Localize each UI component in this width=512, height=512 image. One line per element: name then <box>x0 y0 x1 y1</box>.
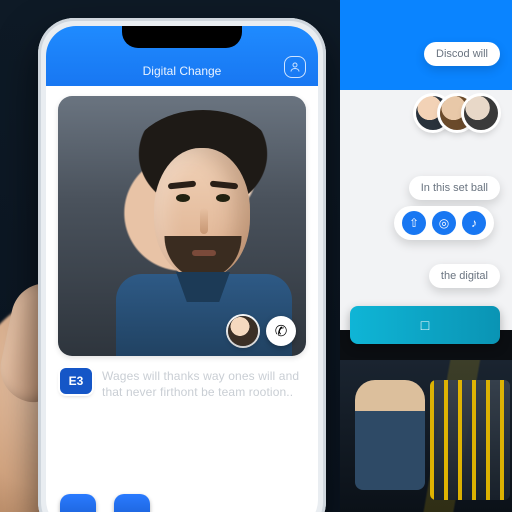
app-dock <box>46 486 318 512</box>
media-overlay-dock: ✆ <box>228 316 296 346</box>
chip-low[interactable]: the digital <box>429 264 500 288</box>
reaction-3-icon[interactable]: ♪ <box>462 211 486 235</box>
phone-screen: Digital Change ✆ <box>46 26 318 512</box>
reaction-pill-row[interactable]: ⇧ ◎ ♪ <box>394 206 494 240</box>
avatar-3[interactable] <box>464 96 498 130</box>
dock-app-1[interactable] <box>60 494 96 512</box>
dock-app-2[interactable] <box>114 494 150 512</box>
avatar-stack[interactable] <box>416 96 498 130</box>
phone-frame: Digital Change ✆ <box>38 18 326 512</box>
studio-tile[interactable]: □ <box>350 306 500 344</box>
chip-mid[interactable]: In this set ball <box>409 176 500 200</box>
chat-icon: ✆ <box>275 322 288 340</box>
caption-row: E3 Wages will thanks way ones will and t… <box>46 364 318 406</box>
app-title: Digital Change <box>143 64 222 78</box>
friend-avatar[interactable] <box>228 316 258 346</box>
reaction-1-icon[interactable]: ⇧ <box>402 211 426 235</box>
label-badge[interactable]: E3 <box>60 368 92 394</box>
profile-icon <box>289 61 301 73</box>
studio-icon: □ <box>421 317 429 333</box>
reaction-2-icon[interactable]: ◎ <box>432 211 456 235</box>
background-person <box>355 380 425 490</box>
media-card[interactable]: ✆ <box>58 96 306 356</box>
phone-stage: Digital Change ✆ <box>0 0 340 512</box>
caption-text: Wages will thanks way ones will and that… <box>102 368 304 400</box>
header-profile-button[interactable] <box>284 56 306 78</box>
chat-bubble-button[interactable]: ✆ <box>266 316 296 346</box>
notch <box>122 26 242 48</box>
background-rail <box>430 380 510 500</box>
chip-top[interactable]: Discod will <box>424 42 500 66</box>
